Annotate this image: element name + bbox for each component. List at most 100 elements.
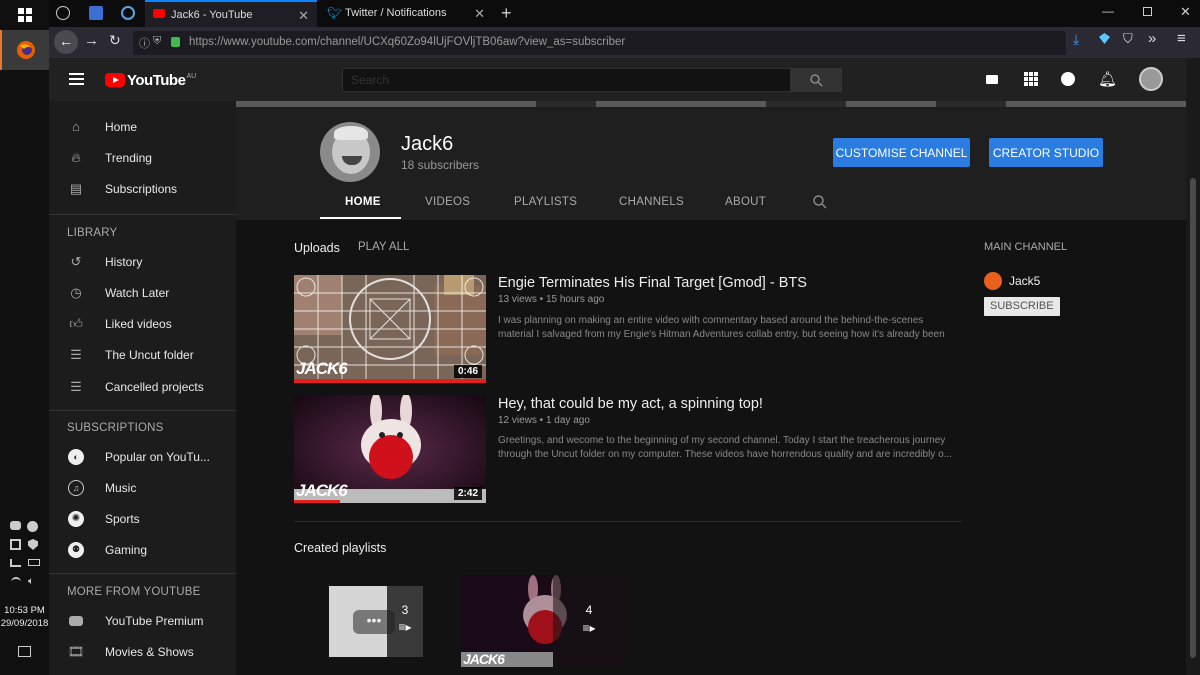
youtube-logo[interactable]: YouTube AU xyxy=(105,71,196,89)
forward-button[interactable]: → xyxy=(84,32,99,49)
lock-icon[interactable] xyxy=(171,37,180,47)
close-tab-icon[interactable]: ✕ xyxy=(474,6,485,22)
play-all-button[interactable]: PLAY ALL xyxy=(358,241,409,253)
video-description: I was planning on making an entire video… xyxy=(498,314,963,342)
sidebar-item-subscriptions[interactable]: ▤ Subscriptions xyxy=(49,173,236,204)
video-description-line: through the Uncut folder on my computer.… xyxy=(498,449,952,460)
playlist-thumbnail[interactable]: JACK6 4 ≡▸ xyxy=(461,575,625,667)
video-title[interactable]: Hey, that could be my act, a spinning to… xyxy=(498,396,763,412)
account-avatar[interactable] xyxy=(1139,67,1163,91)
minimize-button[interactable]: — xyxy=(1102,4,1114,18)
tab-channels[interactable]: CHANNELS xyxy=(619,196,684,208)
notifications-bell-icon[interactable]: 🔔︎ xyxy=(1098,70,1117,88)
sidebar-item-popular[interactable]: ◐ Popular on YouTu... xyxy=(49,441,236,472)
tray-app-icon[interactable] xyxy=(10,539,21,550)
uploads-heading[interactable]: Uploads xyxy=(294,241,340,255)
playlist-thumbnail[interactable]: ••• 3 ≡▸ xyxy=(329,586,423,657)
download-icon[interactable]: ⤓ xyxy=(1073,31,1079,48)
tab-twitter[interactable]: 🐦︎ Twitter / Notifications ✕ xyxy=(321,0,493,27)
action-center-icon[interactable] xyxy=(18,646,31,657)
messages-icon[interactable] xyxy=(1061,72,1075,86)
info-icon[interactable]: ⓘ xyxy=(139,35,150,51)
sidebar-item-home[interactable]: ⌂ Home xyxy=(49,111,236,142)
tab-videos[interactable]: VIDEOS xyxy=(425,196,470,208)
video-thumbnail[interactable]: JACK6 2:42 xyxy=(294,395,486,503)
windows-start-button[interactable] xyxy=(0,3,49,27)
guide-menu-icon[interactable] xyxy=(69,73,84,85)
video-thumbnail[interactable]: JACK6 0:46 xyxy=(294,275,486,383)
url-bar[interactable]: ⓘ ⛨ https://www.youtube.com/channel/UCXq… xyxy=(133,31,1066,55)
sidebar-item-trending[interactable]: 🔥︎ Trending xyxy=(49,142,236,173)
restore-button[interactable] xyxy=(1143,7,1152,16)
docs-pinned-icon[interactable] xyxy=(89,6,103,20)
firefox-icon xyxy=(16,41,35,59)
defender-icon[interactable] xyxy=(28,539,38,550)
discord-icon[interactable] xyxy=(10,521,21,530)
video-duration: 0:46 xyxy=(453,365,482,378)
sidebar-item-uncut-folder[interactable]: ☰ The Uncut folder xyxy=(49,339,236,370)
taskbar-clock[interactable]: 10:53 PM 29/09/2018 xyxy=(0,604,49,630)
pinned-app-icon[interactable] xyxy=(121,6,135,20)
thumbnail-watermark: JACK6 xyxy=(296,481,348,500)
page-scrollbar[interactable] xyxy=(1186,58,1200,675)
close-window-button[interactable]: ✕ xyxy=(1180,4,1191,20)
tab-home[interactable]: HOME xyxy=(345,196,381,208)
search-button[interactable] xyxy=(791,68,842,92)
search-icon xyxy=(810,73,823,87)
created-playlists-heading: Created playlists xyxy=(294,541,387,555)
sidebar-divider xyxy=(49,214,236,215)
tracking-shield-icon[interactable]: ⛨ xyxy=(153,35,161,48)
sidebar-item-movies-shows[interactable]: 🎞︎ Movies & Shows xyxy=(49,636,236,667)
tab-about[interactable]: ABOUT xyxy=(725,196,766,208)
create-video-icon[interactable] xyxy=(986,75,998,84)
channel-search-icon[interactable] xyxy=(813,195,827,209)
sidebar-item-music[interactable]: ♫ Music xyxy=(49,472,236,503)
globe-icon[interactable] xyxy=(56,6,70,20)
customise-channel-button[interactable]: CUSTOMISE CHANNEL xyxy=(833,138,970,167)
subscribe-button[interactable]: SUBSCRIBE xyxy=(984,297,1060,316)
volume-icon[interactable]: 🔈︎ xyxy=(28,576,34,587)
steam-icon[interactable] xyxy=(27,521,38,532)
extension-gem-icon[interactable] xyxy=(1099,33,1110,44)
arrow-right-icon: → xyxy=(84,32,99,49)
apps-grid-icon[interactable] xyxy=(1024,72,1038,86)
hamburger-menu-icon[interactable]: ≡ xyxy=(1177,30,1186,47)
sidebar-divider xyxy=(49,410,236,411)
overflow-chevron-icon[interactable]: » xyxy=(1148,30,1156,47)
sidebar-item-liked-videos[interactable]: 👍︎ Liked videos xyxy=(49,308,236,339)
sidebar-item-youtube-premium[interactable]: YouTube Premium xyxy=(49,605,236,636)
close-tab-icon[interactable]: ✕ xyxy=(298,8,309,24)
sidebar-item-label: Gaming xyxy=(105,542,148,557)
library-icon[interactable]: ⛉ xyxy=(1123,31,1133,47)
windows-taskbar: 🔈︎ 10:53 PM 29/09/2018 xyxy=(0,0,49,675)
creator-studio-button[interactable]: CREATOR STUDIO xyxy=(989,138,1103,167)
new-tab-button[interactable]: + xyxy=(501,3,512,24)
video-title[interactable]: Engie Terminates His Final Target [Gmod]… xyxy=(498,275,807,291)
playlist-icon: ≡▸ xyxy=(582,621,596,635)
url-text[interactable]: https://www.youtube.com/channel/UCXq60Zo… xyxy=(189,36,625,48)
sidebar-item-history[interactable]: ↺ History xyxy=(49,246,236,277)
search-input[interactable]: Search xyxy=(342,68,791,92)
sidebar-item-gaming[interactable]: ⚉ Gaming xyxy=(49,534,236,565)
sidebar-item-label: Popular on YouTu... xyxy=(105,449,210,464)
sidebar-item-label: Liked videos xyxy=(105,316,172,331)
main-channel-name[interactable]: Jack5 xyxy=(1009,274,1040,288)
channel-avatar[interactable] xyxy=(320,122,380,182)
battery-icon[interactable] xyxy=(28,559,40,566)
sidebar-item-watch-later[interactable]: ◷ Watch Later xyxy=(49,277,236,308)
sidebar-item-cancelled-projects[interactable]: ☰ Cancelled projects xyxy=(49,371,236,402)
tray-window-icon[interactable] xyxy=(10,559,21,567)
tab-youtube[interactable]: Jack6 - YouTube ✕ xyxy=(145,0,317,27)
reload-button[interactable]: ↻ xyxy=(109,32,121,49)
tab-playlists[interactable]: PLAYLISTS xyxy=(514,196,577,208)
main-channel-avatar[interactable] xyxy=(984,272,1002,290)
back-button[interactable]: ← xyxy=(54,30,78,54)
section-divider xyxy=(294,521,962,522)
channel-name: Jack6 xyxy=(401,133,454,155)
wifi-icon[interactable] xyxy=(11,577,21,587)
taskbar-firefox[interactable] xyxy=(0,30,49,70)
playlist-overlay: 4 ≡▸ xyxy=(553,575,625,667)
sidebar-item-label: Subscriptions xyxy=(105,181,178,196)
scrollbar-thumb[interactable] xyxy=(1190,178,1196,658)
sidebar-item-sports[interactable]: ✺ Sports xyxy=(49,503,236,534)
